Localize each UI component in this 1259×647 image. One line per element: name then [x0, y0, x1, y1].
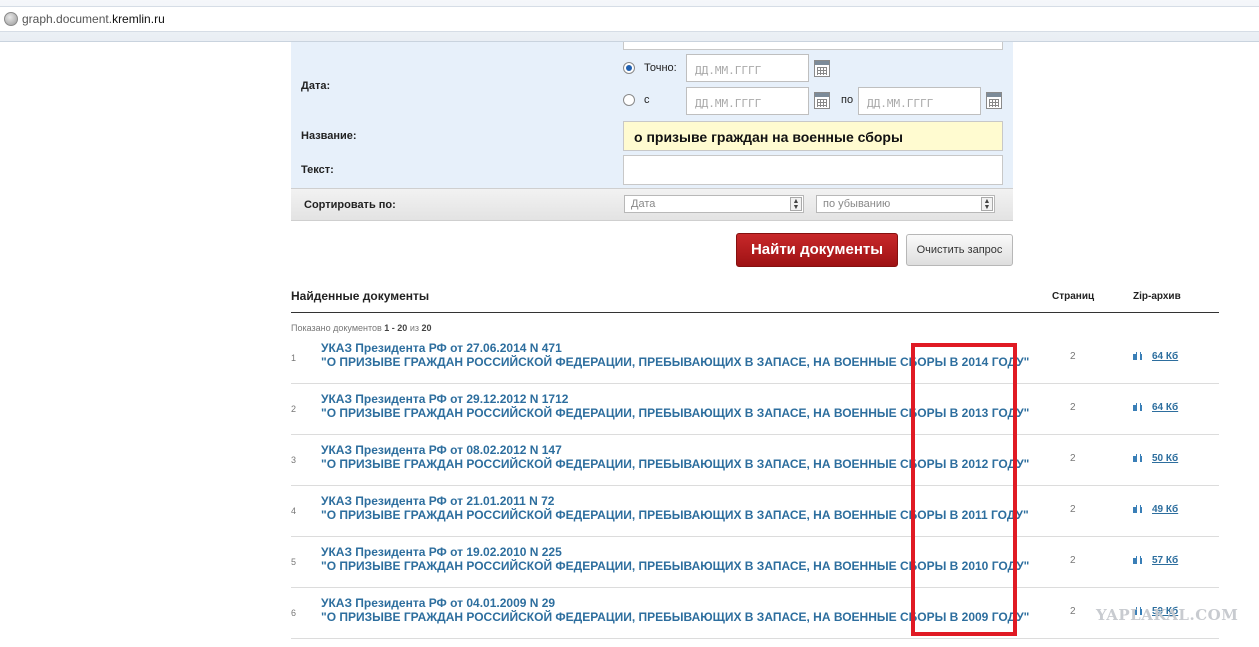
table-row: 6 УКАЗ Президента РФ от 04.01.2009 N 29 "О…: [291, 588, 1219, 639]
table-row: 5 УКАЗ Президента РФ от 19.02.2010 N 225 "…: [291, 537, 1219, 588]
table-row: 3 УКАЗ Президента РФ от 08.02.2012 N 147 "…: [291, 435, 1219, 486]
page-count: 2: [1070, 555, 1076, 566]
header-divider: [291, 312, 1219, 313]
sort-label: Сортировать по:: [304, 199, 396, 211]
page-count: 2: [1070, 351, 1076, 362]
results-count: Показано документов 1 - 20 из 20: [291, 323, 432, 333]
document-title-link[interactable]: УКАЗ Президента РФ от 19.02.2010 N 225: [321, 545, 562, 559]
find-documents-button[interactable]: Найти документы: [736, 233, 898, 267]
date-to-input[interactable]: ДД.ММ.ГГГГ: [858, 87, 981, 115]
row-number: 2: [291, 404, 297, 414]
table-row: 4 УКАЗ Президента РФ от 21.01.2011 N 72 "О…: [291, 486, 1219, 537]
page-count: 2: [1070, 606, 1076, 617]
document-title-link[interactable]: УКАЗ Президента РФ от 04.01.2009 N 29: [321, 596, 555, 610]
archive-icon[interactable]: [1133, 505, 1142, 513]
document-title-link[interactable]: УКАЗ Президента РФ от 21.01.2011 N 72: [321, 494, 554, 508]
date-from-input[interactable]: ДД.ММ.ГГГГ: [686, 87, 809, 115]
archive-icon[interactable]: [1133, 556, 1142, 564]
archive-icon[interactable]: [1133, 352, 1142, 360]
date-exact-radio[interactable]: [623, 62, 635, 74]
row-number: 4: [291, 506, 297, 516]
url-text[interactable]: graph.document.kremlin.ru: [22, 12, 165, 26]
page-count: 2: [1070, 402, 1076, 413]
table-row: 2 УКАЗ Президента РФ от 29.12.2012 N 1712…: [291, 384, 1219, 435]
page-count: 2: [1070, 504, 1076, 515]
document-title-link[interactable]: УКАЗ Президента РФ от 08.02.2012 N 147: [321, 443, 562, 457]
sort-order-select[interactable]: по убыванию ▲ ▼: [816, 195, 995, 213]
browser-address-bar: graph.document.kremlin.ru: [0, 0, 1259, 42]
watermark: YAPLAKAL.COM: [1096, 606, 1239, 624]
calendar-icon[interactable]: [814, 92, 830, 109]
zip-download-link[interactable]: 49 Кб: [1152, 504, 1178, 515]
date-exact-label: Точно:: [644, 62, 677, 74]
zip-download-link[interactable]: 50 Кб: [1152, 453, 1178, 464]
archive-icon[interactable]: [1133, 403, 1142, 411]
calendar-icon[interactable]: [986, 92, 1002, 109]
sort-order-value: по убыванию: [823, 198, 891, 210]
sort-field-value: Дата: [631, 198, 656, 210]
results-heading: Найденные документы: [291, 289, 430, 303]
archive-icon[interactable]: [1133, 454, 1142, 462]
zip-column-header: Zip-архив: [1133, 291, 1181, 302]
title-input[interactable]: о призыве граждан на военные сборы: [623, 121, 1003, 151]
row-number: 3: [291, 455, 297, 465]
row-number: 5: [291, 557, 297, 567]
date-label: Дата:: [301, 80, 331, 92]
document-title-link[interactable]: УКАЗ Президента РФ от 29.12.2012 N 1712: [321, 392, 568, 406]
globe-icon: [4, 12, 18, 26]
table-row: 1 УКАЗ Президента РФ от 27.06.2014 N 471 "…: [291, 333, 1219, 384]
document-title-link[interactable]: УКАЗ Президента РФ от 27.06.2014 N 471: [321, 341, 562, 355]
red-highlight-box: [911, 343, 1017, 636]
text-label: Текст:: [301, 164, 334, 176]
sort-field-select[interactable]: Дата ▲ ▼: [624, 195, 804, 213]
zip-download-link[interactable]: 64 Кб: [1152, 402, 1178, 413]
title-label: Название:: [301, 130, 357, 142]
select-arrows-icon: ▲ ▼: [981, 197, 993, 211]
select-arrows-icon: ▲ ▼: [790, 197, 802, 211]
calendar-icon[interactable]: [814, 60, 830, 77]
date-from-label: с: [644, 94, 650, 106]
date-exact-input[interactable]: ДД.ММ.ГГГГ: [686, 54, 809, 82]
form-top-input[interactable]: [623, 42, 1003, 50]
page-count: 2: [1070, 453, 1076, 464]
url-field[interactable]: graph.document.kremlin.ru: [0, 6, 1259, 32]
date-range-radio[interactable]: [623, 94, 635, 106]
row-number: 1: [291, 353, 297, 363]
text-input[interactable]: [623, 155, 1003, 185]
date-to-label: по: [841, 94, 854, 106]
clear-query-button[interactable]: Очистить запрос: [906, 234, 1013, 266]
pages-column-header: Страниц: [1052, 291, 1095, 302]
row-number: 6: [291, 608, 297, 618]
zip-download-link[interactable]: 57 Кб: [1152, 555, 1178, 566]
zip-download-link[interactable]: 64 Кб: [1152, 351, 1178, 362]
